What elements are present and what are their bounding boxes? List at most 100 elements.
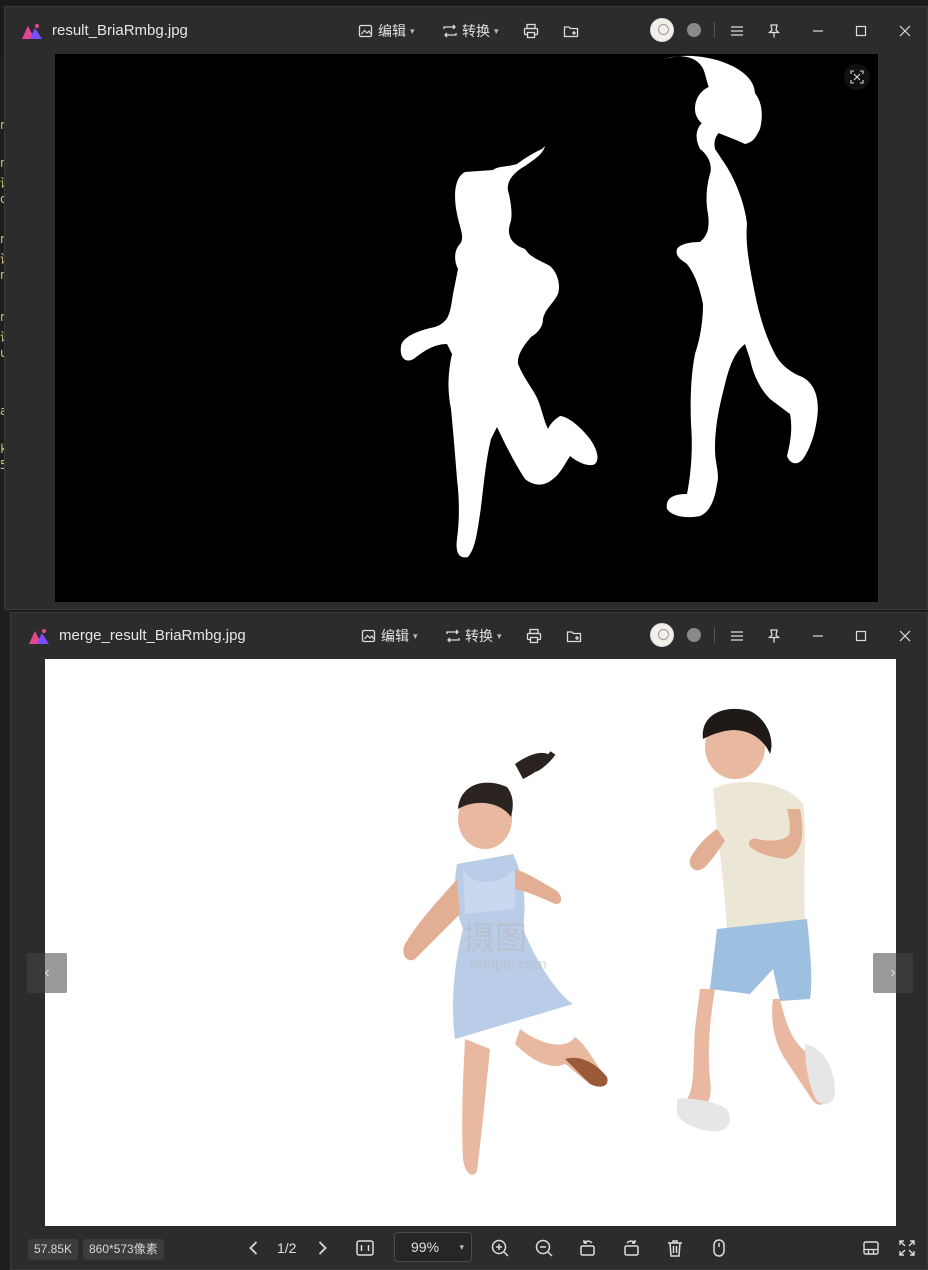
- rotate-left-icon: [580, 1240, 595, 1256]
- vip-badge-icon[interactable]: [687, 628, 701, 642]
- bottom-toolbar: 57.85K 860*573像素 1/2 99% ▾: [11, 1225, 927, 1269]
- zoom-level-select[interactable]: 99% ▾: [394, 1232, 472, 1262]
- convert-label: 转换: [465, 628, 493, 644]
- minimize-icon: [813, 635, 823, 637]
- menu-button[interactable]: [727, 21, 747, 41]
- chevron-down-icon: ▾: [410, 25, 415, 36]
- chevron-down-icon: ▾: [413, 630, 418, 641]
- title-bar: merge_result_BriaRmbg.jpg 编辑 ▾ 转换 ▾: [11, 613, 927, 659]
- mouse-icon: [713, 1239, 725, 1257]
- chevron-left-icon: ‹: [44, 964, 50, 981]
- convert-icon: [443, 24, 457, 38]
- watermark-sub-text: 699pic.com: [470, 956, 547, 973]
- rotate-left-button[interactable]: [577, 1237, 599, 1259]
- previous-page-button[interactable]: [243, 1237, 265, 1259]
- actual-size-icon: [356, 1240, 374, 1256]
- close-button[interactable]: [895, 626, 915, 646]
- next-image-button[interactable]: ›: [873, 953, 913, 993]
- zoom-in-icon: [491, 1239, 509, 1257]
- user-avatar[interactable]: [650, 18, 674, 42]
- segmentation-mask-image: [400, 55, 818, 558]
- minimize-button[interactable]: [808, 21, 828, 41]
- delete-button[interactable]: [664, 1237, 686, 1259]
- convert-label: 转换: [462, 23, 490, 39]
- trash-icon: [668, 1240, 682, 1257]
- printer-icon: [523, 23, 539, 39]
- minimize-button[interactable]: [808, 626, 828, 646]
- save-to-folder-button[interactable]: [561, 21, 581, 41]
- chevron-right-icon: [318, 1241, 327, 1255]
- fit-to-screen-button[interactable]: [844, 64, 870, 90]
- next-page-button[interactable]: [311, 1237, 333, 1259]
- app-logo-icon: [29, 629, 49, 644]
- actual-size-button[interactable]: [354, 1237, 376, 1259]
- edit-label: 编辑: [381, 628, 409, 644]
- image-viewer-window-result: result_BriaRmbg.jpg 编辑 ▾ 转换 ▾: [4, 6, 928, 610]
- minimize-icon: [813, 30, 823, 32]
- maximize-icon: [855, 630, 867, 642]
- image-edit-icon: [358, 24, 373, 38]
- thumbnail-strip-icon: [863, 1241, 879, 1255]
- app-logo-icon: [22, 24, 42, 39]
- mask-image-canvas[interactable]: [55, 54, 878, 602]
- thumbnail-panel-button[interactable]: [860, 1237, 882, 1259]
- save-to-folder-button[interactable]: [564, 626, 584, 646]
- close-button[interactable]: [895, 21, 915, 41]
- chevron-down-icon: ▾: [494, 25, 499, 36]
- pin-button[interactable]: [764, 21, 784, 41]
- fullscreen-button[interactable]: [896, 1237, 918, 1259]
- printer-icon: [526, 628, 542, 644]
- maximize-icon: [855, 25, 867, 37]
- cutout-photo-image: 摄图 699pic.com: [403, 708, 835, 1175]
- print-button[interactable]: [521, 21, 541, 41]
- divider: [714, 627, 715, 643]
- close-icon: [899, 630, 911, 642]
- file-size-badge: 57.85K: [28, 1239, 79, 1260]
- hamburger-icon: [731, 26, 743, 36]
- zoom-out-icon: [535, 1239, 553, 1257]
- user-avatar[interactable]: [650, 623, 674, 647]
- mouse-mode-button[interactable]: [708, 1237, 730, 1259]
- pin-icon: [767, 629, 781, 643]
- zoom-value: 99%: [411, 1239, 440, 1255]
- maximize-button[interactable]: [851, 626, 871, 646]
- image-viewer-window-merge: merge_result_BriaRmbg.jpg 编辑 ▾ 转换 ▾ 摄图 6…: [10, 612, 928, 1270]
- close-icon: [899, 25, 911, 37]
- previous-image-button[interactable]: ‹: [27, 953, 67, 993]
- maximize-button[interactable]: [851, 21, 871, 41]
- image-edit-icon: [361, 629, 376, 643]
- rotate-right-button[interactable]: [620, 1237, 642, 1259]
- menu-button[interactable]: [727, 626, 747, 646]
- window-title: result_BriaRmbg.jpg: [52, 22, 188, 39]
- edit-label: 编辑: [378, 23, 406, 39]
- chevron-left-icon: [249, 1241, 258, 1255]
- convert-menu-button[interactable]: 转换 ▾: [445, 626, 502, 646]
- pin-button[interactable]: [764, 626, 784, 646]
- chevron-down-icon: ▾: [459, 1242, 464, 1252]
- fit-screen-icon: [850, 70, 864, 84]
- print-button[interactable]: [524, 626, 544, 646]
- zoom-out-button[interactable]: [533, 1237, 555, 1259]
- vip-badge-icon[interactable]: [687, 23, 701, 37]
- chevron-down-icon: ▾: [497, 630, 502, 641]
- fullscreen-icon: [899, 1240, 915, 1256]
- rotate-right-icon: [624, 1240, 639, 1256]
- window-title: merge_result_BriaRmbg.jpg: [59, 627, 246, 644]
- edit-menu-button[interactable]: 编辑 ▾: [361, 626, 418, 646]
- folder-add-icon: [563, 26, 579, 38]
- convert-menu-button[interactable]: 转换 ▾: [442, 21, 499, 41]
- boy-figure: [677, 708, 835, 1132]
- zoom-in-button[interactable]: [489, 1237, 511, 1259]
- edit-menu-button[interactable]: 编辑 ▾: [358, 21, 415, 41]
- page-indicator: 1/2: [277, 1240, 297, 1256]
- image-dimensions-badge: 860*573像素: [83, 1239, 164, 1260]
- title-bar: result_BriaRmbg.jpg 编辑 ▾ 转换 ▾: [5, 7, 927, 53]
- chevron-right-icon: ›: [890, 964, 896, 981]
- convert-icon: [446, 629, 460, 643]
- merged-image-canvas[interactable]: 摄图 699pic.com: [45, 659, 896, 1226]
- pin-icon: [767, 24, 781, 38]
- hamburger-icon: [731, 631, 743, 641]
- watermark-text: 摄图: [463, 920, 527, 956]
- divider: [714, 22, 715, 38]
- folder-add-icon: [566, 631, 582, 643]
